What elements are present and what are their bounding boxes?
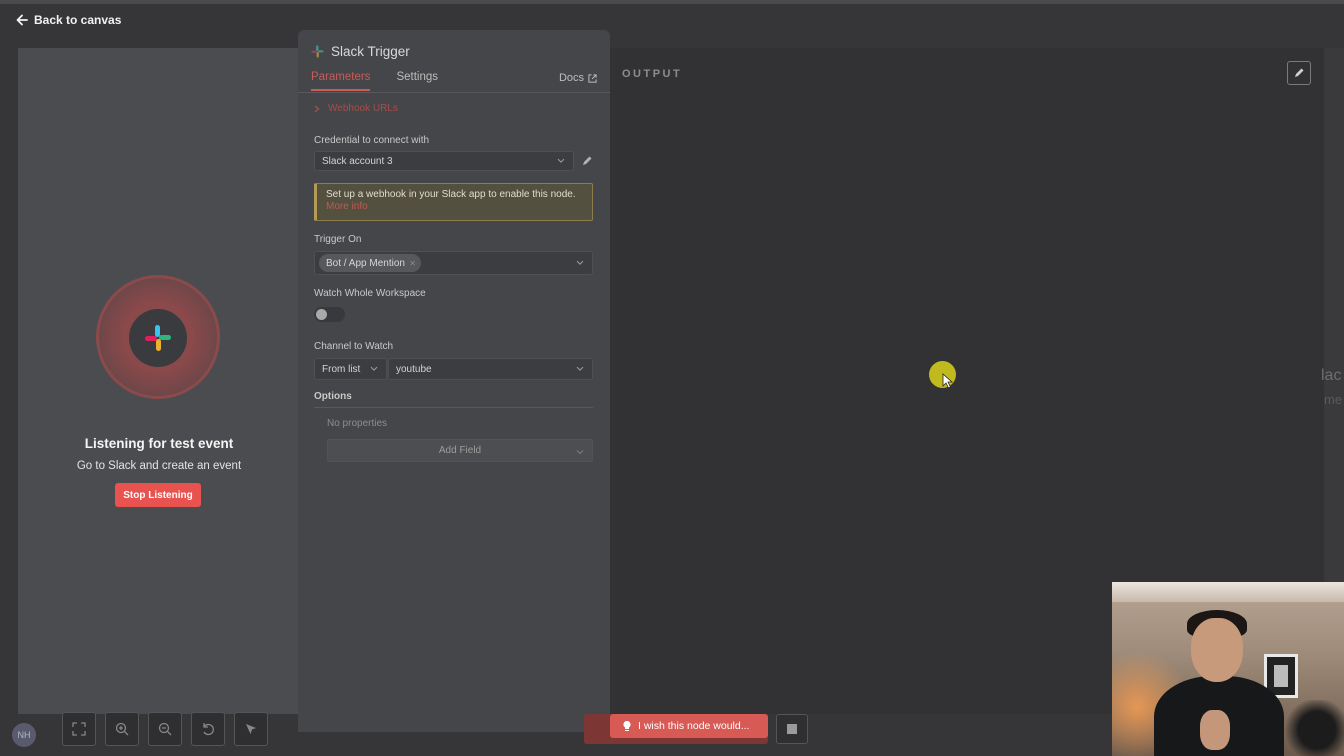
watch-workspace-label: Watch Whole Workspace bbox=[314, 288, 426, 299]
toggle-knob bbox=[316, 309, 327, 320]
chip-remove-icon[interactable]: ✕ bbox=[409, 259, 416, 268]
mouse-pointer-icon bbox=[942, 373, 954, 389]
node-title[interactable]: Slack Trigger bbox=[331, 44, 410, 59]
credential-select[interactable]: Slack account 3 bbox=[314, 151, 574, 171]
reset-zoom-button[interactable] bbox=[191, 712, 225, 746]
feedback-wish-label: I wish this node would... bbox=[638, 720, 750, 732]
expand-icon bbox=[72, 722, 86, 736]
webhook-urls-label: Webhook URLs bbox=[328, 103, 398, 114]
input-pane: Listening for test event Go to Slack and… bbox=[18, 48, 300, 714]
channel-mode-value: From list bbox=[322, 363, 361, 375]
back-to-canvas-label: Back to canvas bbox=[34, 13, 122, 27]
edit-output-button[interactable] bbox=[1287, 61, 1311, 85]
tab-parameters[interactable]: Parameters bbox=[311, 71, 371, 91]
panel-header: Slack Trigger bbox=[310, 44, 410, 59]
docs-label: Docs bbox=[558, 72, 584, 84]
node-parameters-panel: Slack Trigger Parameters Settings Docs W… bbox=[298, 30, 610, 732]
tabs-divider bbox=[298, 92, 610, 93]
channel-mode-select[interactable]: From list bbox=[314, 358, 387, 380]
stop-listening-button[interactable]: Stop Listening bbox=[115, 483, 201, 507]
fit-view-button[interactable] bbox=[62, 712, 96, 746]
chevron-down-icon bbox=[576, 260, 584, 265]
canvas-node-sublabel-fragment: me bbox=[1324, 392, 1343, 407]
add-field-label: Add Field bbox=[438, 445, 482, 456]
options-label: Options bbox=[314, 391, 352, 402]
top-bar-strip bbox=[0, 0, 1344, 4]
webhook-warning-notice: Set up a webhook in your Slack app to en… bbox=[314, 183, 593, 221]
webcam-overlay bbox=[1112, 582, 1344, 756]
stop-square-icon bbox=[787, 724, 797, 734]
user-avatar[interactable]: NH bbox=[12, 723, 36, 747]
tab-settings[interactable]: Settings bbox=[396, 71, 438, 91]
chevron-right-icon bbox=[314, 104, 320, 113]
chevron-down-icon bbox=[370, 366, 378, 371]
channel-label: Channel to Watch bbox=[314, 341, 394, 352]
pointer-icon bbox=[246, 724, 256, 734]
chevron-down-icon bbox=[576, 366, 584, 371]
chip-label: Bot / App Mention bbox=[326, 257, 405, 269]
trigger-chip-bot-app-mention[interactable]: Bot / App Mention ✕ bbox=[319, 254, 421, 272]
channel-value-select[interactable]: youtube bbox=[388, 358, 593, 380]
docs-link[interactable]: Docs bbox=[559, 72, 597, 84]
channel-value: youtube bbox=[396, 363, 432, 375]
more-info-link[interactable]: More info bbox=[326, 201, 583, 213]
listening-subtitle: Go to Slack and create an event bbox=[76, 460, 242, 472]
zoom-out-icon bbox=[158, 722, 172, 736]
options-divider bbox=[314, 407, 593, 408]
webcam-plant bbox=[1282, 700, 1344, 756]
undo-icon bbox=[203, 723, 214, 736]
zoom-in-icon bbox=[115, 722, 129, 736]
credential-label: Credential to connect with bbox=[314, 135, 430, 146]
watch-workspace-toggle[interactable] bbox=[314, 307, 345, 322]
panel-tabs: Parameters Settings bbox=[311, 71, 597, 91]
edit-credential-pencil-icon[interactable] bbox=[581, 155, 593, 167]
back-to-canvas-link[interactable]: Back to canvas bbox=[16, 13, 121, 27]
chevron-down-icon bbox=[576, 450, 584, 455]
zoom-out-button[interactable] bbox=[148, 712, 182, 746]
slack-logo-icon bbox=[145, 325, 171, 351]
credential-value: Slack account 3 bbox=[322, 155, 393, 167]
output-label: OUTPUT bbox=[622, 68, 683, 80]
notice-text: Set up a webhook in your Slack app to en… bbox=[326, 189, 576, 200]
webhook-urls-toggle[interactable]: Webhook URLs bbox=[314, 103, 398, 114]
pencil-icon bbox=[1295, 68, 1304, 77]
tidy-up-button[interactable] bbox=[234, 712, 268, 746]
zoom-in-button[interactable] bbox=[105, 712, 139, 746]
slack-node-icon bbox=[311, 45, 324, 58]
slack-logo-circle bbox=[129, 309, 187, 367]
canvas-toolbar bbox=[62, 712, 268, 746]
external-link-icon bbox=[588, 73, 597, 83]
trigger-on-label: Trigger On bbox=[314, 234, 362, 245]
canvas-node-label-fragment: lac bbox=[1321, 367, 1342, 384]
add-field-button[interactable]: Add Field bbox=[327, 439, 593, 462]
lightbulb-icon bbox=[623, 720, 631, 731]
chevron-down-icon bbox=[557, 158, 565, 163]
stop-execution-button[interactable] bbox=[776, 714, 808, 744]
webcam-person-hand bbox=[1200, 710, 1230, 750]
arrow-left-icon bbox=[16, 14, 28, 26]
webcam-person-head bbox=[1191, 618, 1243, 682]
feedback-wish-button[interactable]: I wish this node would... bbox=[610, 714, 768, 738]
no-properties-text: No properties bbox=[327, 418, 388, 429]
webcam-ceiling bbox=[1112, 582, 1344, 602]
listening-title: Listening for test event bbox=[84, 436, 234, 451]
